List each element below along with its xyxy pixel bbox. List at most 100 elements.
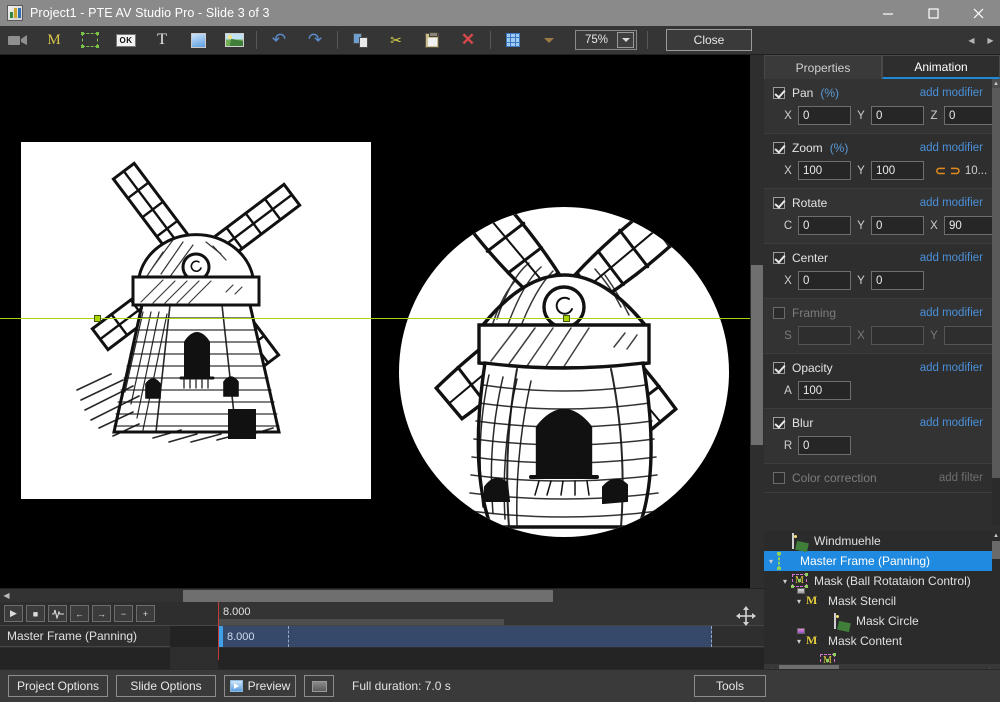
tree-vertical-scrollbar[interactable]: ▲ bbox=[992, 531, 1000, 664]
tab-properties[interactable]: Properties bbox=[764, 55, 882, 79]
framing-add-modifier-link[interactable]: add modifier bbox=[920, 307, 983, 319]
button-ok-icon[interactable]: OK bbox=[108, 27, 144, 54]
zoom-link-left-icon[interactable]: ⊂ bbox=[935, 164, 946, 177]
opacity-a-input[interactable]: 100 bbox=[798, 381, 851, 400]
text-icon[interactable]: T bbox=[144, 27, 180, 54]
chevron-down-icon[interactable]: ▾ bbox=[778, 577, 792, 586]
timeline-clip[interactable]: 8.000 bbox=[218, 626, 712, 647]
chevron-down-icon[interactable]: ▾ bbox=[792, 637, 806, 646]
scroll-up-icon[interactable]: ▲ bbox=[992, 531, 1000, 540]
framing-s-input[interactable] bbox=[798, 326, 851, 345]
projector-button[interactable] bbox=[304, 675, 334, 697]
framing-x-input[interactable] bbox=[871, 326, 924, 345]
grid-icon[interactable] bbox=[495, 27, 531, 54]
tab-animation[interactable]: Animation bbox=[882, 55, 1000, 79]
scrollbar-thumb[interactable] bbox=[992, 88, 1000, 478]
rotate-x-input[interactable]: 90 bbox=[944, 216, 992, 235]
timeline-ruler[interactable]: 8.000 bbox=[218, 602, 764, 625]
add-filter-link[interactable]: add filter bbox=[939, 472, 983, 484]
stop-button[interactable]: ■ bbox=[26, 605, 45, 622]
blur-r-input[interactable]: 0 bbox=[798, 436, 851, 455]
scrollbar-thumb[interactable] bbox=[751, 265, 763, 445]
preview-button[interactable]: Preview bbox=[224, 675, 296, 697]
scroll-up-icon[interactable]: ▲ bbox=[992, 79, 1000, 88]
nav-prev-icon[interactable]: ◀ bbox=[962, 28, 981, 52]
grid-dropdown-icon[interactable] bbox=[531, 27, 567, 54]
object-tree[interactable]: Windmuehle ▾ Master Frame (Panning) ▾ M … bbox=[764, 531, 992, 653]
zoom-level-combo[interactable]: 75% bbox=[575, 30, 637, 50]
scrollbar-thumb[interactable] bbox=[183, 590, 553, 602]
delete-icon[interactable]: ✕ bbox=[450, 27, 486, 54]
canvas-vertical-scrollbar[interactable] bbox=[750, 55, 764, 588]
center-x-input[interactable]: 0 bbox=[798, 271, 851, 290]
center-add-modifier-link[interactable]: add modifier bbox=[920, 252, 983, 264]
play-button[interactable]: ▶ bbox=[4, 605, 23, 622]
pan-x-input[interactable]: 0 bbox=[798, 106, 851, 125]
framing-checkbox[interactable] bbox=[773, 307, 785, 319]
paste-icon[interactable] bbox=[414, 27, 450, 54]
close-button[interactable] bbox=[955, 0, 1000, 26]
zoom-x-input[interactable]: 100 bbox=[798, 161, 851, 180]
chevron-down-icon[interactable]: ▾ bbox=[792, 597, 806, 606]
center-y-input[interactable]: 0 bbox=[871, 271, 924, 290]
framing-y-input[interactable] bbox=[944, 326, 992, 345]
tree-node-master-frame[interactable]: ▾ Master Frame (Panning) bbox=[764, 551, 992, 571]
image-icon[interactable] bbox=[216, 27, 252, 54]
pan-add-modifier-link[interactable]: add modifier bbox=[920, 87, 983, 99]
timeline-playhead[interactable] bbox=[218, 602, 219, 660]
close-editor-button[interactable]: Close bbox=[666, 29, 752, 51]
zoom-in-button[interactable]: + bbox=[136, 605, 155, 622]
rotate-y-input[interactable]: 0 bbox=[871, 216, 924, 235]
opacity-add-modifier-link[interactable]: add modifier bbox=[920, 362, 983, 374]
guide-anchor-point-right[interactable] bbox=[563, 315, 570, 322]
rotate-checkbox[interactable] bbox=[773, 197, 785, 209]
rotate-add-modifier-link[interactable]: add modifier bbox=[920, 197, 983, 209]
zoom-link-right-icon[interactable]: ⊃ bbox=[950, 164, 961, 177]
zoom-add-modifier-link[interactable]: add modifier bbox=[920, 142, 983, 154]
frame-icon[interactable] bbox=[72, 27, 108, 54]
rotate-c-input[interactable]: 0 bbox=[798, 216, 851, 235]
copy-icon[interactable] bbox=[342, 27, 378, 54]
nav-next-icon[interactable]: ▶ bbox=[981, 28, 1000, 52]
zoom-out-button[interactable]: − bbox=[114, 605, 133, 622]
cut-scissors-icon[interactable]: ✂ bbox=[378, 27, 414, 54]
waveform-button[interactable] bbox=[48, 605, 67, 622]
next-keyframe-button[interactable]: → bbox=[92, 605, 111, 622]
canvas-horizontal-scrollbar[interactable]: ◀ bbox=[0, 588, 764, 602]
properties-scrollbar[interactable]: ▲ bbox=[992, 79, 1000, 525]
tools-button[interactable]: Tools bbox=[694, 675, 766, 697]
zoom-checkbox[interactable] bbox=[773, 142, 785, 154]
mask-m-icon[interactable]: M bbox=[36, 27, 72, 54]
maximize-button[interactable] bbox=[910, 0, 955, 26]
windmill-source-image[interactable] bbox=[21, 142, 371, 499]
project-options-button[interactable]: Project Options bbox=[8, 675, 108, 697]
zoom-y-input[interactable]: 100 bbox=[871, 161, 924, 180]
blur-add-modifier-link[interactable]: add modifier bbox=[920, 417, 983, 429]
center-checkbox[interactable] bbox=[773, 252, 785, 264]
rectangle-icon[interactable] bbox=[180, 27, 216, 54]
tree-node-mask-stencil[interactable]: ▾ M Mask Stencil bbox=[764, 588, 992, 611]
video-camera-icon[interactable] bbox=[0, 27, 36, 54]
pan-checkbox[interactable] bbox=[773, 87, 785, 99]
slide-options-button[interactable]: Slide Options bbox=[116, 675, 216, 697]
tree-node-windmuehle[interactable]: Windmuehle bbox=[764, 531, 992, 551]
redo-icon[interactable]: ↷ bbox=[297, 27, 333, 54]
guide-anchor-point-left[interactable] bbox=[94, 315, 101, 322]
move-cursor-icon[interactable] bbox=[735, 605, 757, 627]
tree-node-mask-content[interactable]: ▾ M Mask Content bbox=[764, 628, 992, 651]
color-correction-checkbox[interactable] bbox=[773, 472, 785, 484]
chevron-down-icon[interactable]: ▾ bbox=[764, 557, 778, 566]
pan-y-input[interactable]: 0 bbox=[871, 106, 924, 125]
undo-icon[interactable]: ↶ bbox=[261, 27, 297, 54]
opacity-checkbox[interactable] bbox=[773, 362, 785, 374]
windmill-masked-circle[interactable] bbox=[399, 207, 729, 537]
minimize-button[interactable] bbox=[865, 0, 910, 26]
pan-z-input[interactable]: 0 bbox=[944, 106, 992, 125]
scrollbar-thumb[interactable] bbox=[992, 541, 1000, 559]
timeline-track-row[interactable]: Master Frame (Panning) 8.000 bbox=[0, 625, 764, 647]
slide-canvas[interactable] bbox=[0, 55, 764, 588]
blur-checkbox[interactable] bbox=[773, 417, 785, 429]
scroll-left-icon[interactable]: ◀ bbox=[0, 589, 13, 602]
prev-keyframe-button[interactable]: ← bbox=[70, 605, 89, 622]
chevron-down-icon[interactable] bbox=[617, 32, 634, 48]
